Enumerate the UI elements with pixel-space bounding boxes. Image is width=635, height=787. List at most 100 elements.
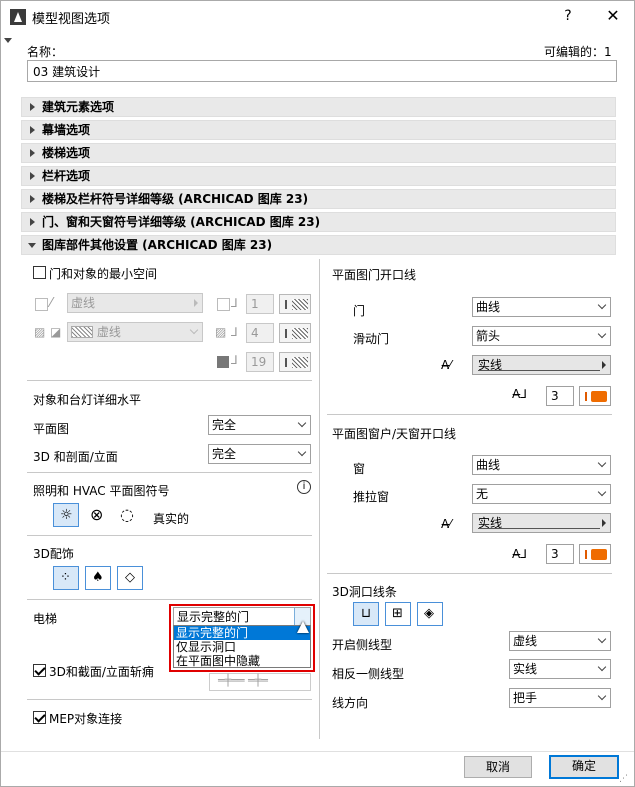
hatch-pen-icon: ▨ xyxy=(215,325,227,339)
panel-railing[interactable]: 栏杆选项 xyxy=(21,166,616,186)
door-open-select[interactable]: 曲线 xyxy=(472,297,611,317)
detail-level-title: 对象和台灯详细水平 xyxy=(33,393,142,407)
mep-label: MEP对象连接 xyxy=(49,712,123,726)
cut-preview-control[interactable]: ═╪══ ═╪═ xyxy=(209,673,311,691)
chevron-down-icon xyxy=(597,487,607,497)
door-label: 门 xyxy=(353,304,366,318)
sliding-door-select[interactable]: 箭头 xyxy=(472,326,611,346)
open-side-select[interactable]: 虚线 xyxy=(509,631,611,651)
collapse-arrow-icon[interactable] xyxy=(4,38,12,43)
line-type-icon: A̶⁄ xyxy=(441,358,452,372)
panel-door-window-symbols[interactable]: 门、窗和天窗符号详细等级 (ARCHICAD 图库 23) xyxy=(21,212,616,232)
lighting-title: 照明和 HVAC 平面图符号 xyxy=(33,484,170,498)
row2-line-select[interactable]: 虚线 xyxy=(67,322,203,342)
deco-dots-icon[interactable]: ⁘ xyxy=(53,566,79,590)
opposite-side-value: 实线 xyxy=(513,662,538,676)
panel-label: 楼梯及栏杆符号详细等级 (ARCHICAD 图库 23) xyxy=(42,192,309,206)
help-button[interactable]: ? xyxy=(553,5,583,27)
name-input[interactable] xyxy=(27,60,617,82)
min-space-checkbox[interactable] xyxy=(33,266,46,279)
row2-pattern-button[interactable] xyxy=(279,323,311,343)
name-label: 名称： xyxy=(27,45,64,59)
circle-x-icon[interactable]: ⊗ xyxy=(86,503,112,527)
deco-plant-icon[interactable]: ♠ xyxy=(85,566,111,590)
panel-label: 门、窗和天窗符号详细等级 (ARCHICAD 图库 23) xyxy=(42,215,321,229)
section-divider xyxy=(327,573,612,574)
pen-icon: ⅃ xyxy=(231,325,238,339)
window-pen-color-button[interactable] xyxy=(579,544,611,564)
opening-window-icon[interactable]: ⊞ xyxy=(385,602,411,626)
window-open-select[interactable]: 曲线 xyxy=(472,455,611,475)
plan-detail-value: 完全 xyxy=(212,418,237,432)
row3-pattern-button[interactable] xyxy=(279,352,311,372)
cut-checkbox[interactable] xyxy=(33,664,46,677)
line-type-icon: A̶⁄ xyxy=(441,517,452,531)
opposite-side-label: 相反一侧线型 xyxy=(332,667,405,681)
title-bar: 模型视图选项 ? ✕ xyxy=(1,1,634,32)
chevron-down-icon xyxy=(597,691,607,701)
sliding-window-select[interactable]: 无 xyxy=(472,484,611,504)
row2-pen-number[interactable]: 4 xyxy=(246,323,274,343)
sliding-door-value: 箭头 xyxy=(476,329,501,343)
plan-detail-select[interactable]: 完全 xyxy=(208,415,311,435)
deco-shape-icon[interactable]: ◇ xyxy=(117,566,143,590)
panel-stair-railing-symbols[interactable]: 楼梯及栏杆符号详细等级 (ARCHICAD 图库 23) xyxy=(21,189,616,209)
open-side-label: 开启侧线型 xyxy=(332,638,393,652)
opening-door-icon[interactable]: ⊔ xyxy=(353,602,379,626)
sliding-window-label: 推拉窗 xyxy=(353,490,390,504)
plan-label: 平面图 xyxy=(33,422,70,436)
info-icon[interactable]: i xyxy=(297,480,311,494)
door-line-type-select[interactable]: 实线 xyxy=(472,355,611,375)
row1-line-select[interactable]: 虚线 xyxy=(67,293,203,313)
panel-label: 楼梯选项 xyxy=(42,146,91,160)
mep-checkbox[interactable] xyxy=(33,711,46,724)
dialog-window: 模型视图选项 ? ✕ 名称： 可编辑的：1 建筑元素选项 幕墙选项 楼梯选项 栏… xyxy=(0,0,635,787)
mouse-cursor-icon xyxy=(297,621,309,633)
section-divider xyxy=(27,699,312,700)
hatch-icon: ▨ xyxy=(34,325,46,339)
chevron-down-icon xyxy=(597,634,607,644)
window-line-type-select[interactable]: 实线 xyxy=(472,513,611,533)
chevron-down-icon xyxy=(597,458,607,468)
door-open-title: 平面图门开口线 xyxy=(332,268,417,282)
resize-grip-icon[interactable]: ⋰ xyxy=(619,774,628,784)
close-button[interactable]: ✕ xyxy=(598,5,628,27)
light-bulb-icon[interactable]: ☼ xyxy=(53,503,79,527)
sliding-door-label: 滑动门 xyxy=(353,332,390,346)
pen-icon: ⅃ xyxy=(231,353,238,367)
row2-line-value: 虚线 xyxy=(96,325,121,339)
row1-checkbox[interactable] xyxy=(35,298,48,311)
chevron-down-icon xyxy=(297,418,307,428)
window-title: 模型视图选项 xyxy=(32,12,111,27)
chevron-down-icon xyxy=(597,329,607,339)
elevator-label: 电梯 xyxy=(33,612,58,626)
section-detail-select[interactable]: 完全 xyxy=(208,444,311,464)
panel-stair[interactable]: 楼梯选项 xyxy=(21,143,616,163)
column-divider xyxy=(319,259,320,739)
door-pen-number[interactable]: 3 xyxy=(546,386,574,406)
background-fill-icon xyxy=(217,356,229,368)
row1-pattern-button[interactable] xyxy=(279,294,311,314)
row1-pen-number[interactable]: 1 xyxy=(246,294,274,314)
expand-triangle-icon xyxy=(30,103,35,111)
panel-library-other-settings[interactable]: 图库部件其他设置 (ARCHICAD 图库 23) xyxy=(21,235,616,255)
door-pen-color-button[interactable] xyxy=(579,386,611,406)
hvac-symbol-icon[interactable]: ◌ xyxy=(116,503,142,527)
sliding-window-value: 无 xyxy=(476,487,489,501)
opening-lines-title: 3D洞口线条 xyxy=(332,585,397,599)
panel-curtain-wall[interactable]: 幕墙选项 xyxy=(21,120,616,140)
panel-building-elements[interactable]: 建筑元素选项 xyxy=(21,97,616,117)
direction-select[interactable]: 把手 xyxy=(509,688,611,708)
window-label: 窗 xyxy=(353,462,366,476)
expand-triangle-icon xyxy=(30,172,35,180)
row3-pen-number[interactable]: 19 xyxy=(246,352,274,372)
opposite-side-select[interactable]: 实线 xyxy=(509,659,611,679)
expand-triangle-icon xyxy=(30,195,35,203)
row1-pen-checkbox[interactable] xyxy=(217,298,230,311)
cancel-button[interactable]: 取消 xyxy=(464,756,532,778)
chevron-down-icon xyxy=(297,447,307,457)
window-pen-number[interactable]: 3 xyxy=(546,544,574,564)
ok-button[interactable]: 确定 xyxy=(549,755,619,779)
door-open-value: 曲线 xyxy=(476,300,501,314)
opening-skylight-icon[interactable]: ◈ xyxy=(417,602,443,626)
